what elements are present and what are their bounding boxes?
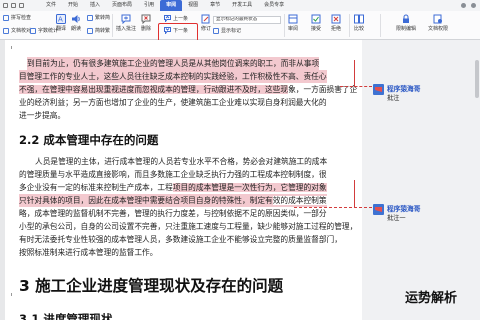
section-heading-3: 3 施工企业进度管理现状及存在的问题 (19, 277, 284, 295)
text-line: 进一步提高。 (19, 111, 66, 120)
doc-proofread-button[interactable]: 文档校对 (3, 27, 31, 34)
save-icon[interactable] (11, 3, 16, 8)
permission-icon (433, 14, 442, 24)
tab-sections[interactable]: 章节 (204, 0, 226, 11)
avatar-icon (373, 204, 384, 215)
share-icon[interactable] (461, 3, 466, 8)
insert-comment-button[interactable]: 插入批注 (116, 14, 136, 32)
text-line: 有时无法委托专业性较强的成本管理人员，多数建设施工企业不能够设立完整的质量监督部… (19, 235, 342, 244)
comment-author: 程序猿海哥 (387, 205, 421, 213)
tab-view[interactable]: 视图 (182, 0, 204, 11)
text-line: 到目前为止，仍有很多建筑施工企业的管理人员是从其他岗位调来的职工，而非从事项 (27, 57, 320, 70)
undo-icon[interactable] (19, 3, 24, 8)
spellcheck-icon (3, 14, 9, 21)
compare-icon (354, 14, 364, 24)
menu-icon[interactable] (3, 3, 8, 8)
accept-icon (311, 14, 321, 24)
review-pane-button[interactable]: 审阅 (288, 14, 298, 32)
section-heading-2-2: 2.2 成本管理中存在的问题 (19, 133, 159, 147)
comment-card[interactable]: 程序猿海哥 批注 (373, 80, 479, 106)
quick-access-toolbar (0, 3, 40, 8)
lock-icon (403, 14, 409, 23)
translate-button[interactable]: A 翻译 (56, 14, 66, 32)
tab-membership[interactable]: 会员专享 (258, 0, 290, 11)
reject-button[interactable]: 拒绝 (331, 14, 341, 32)
trad-to-simp-button[interactable]: 繁转简 (87, 14, 110, 21)
comment-text[interactable]: 批注 (387, 93, 399, 102)
menu-bar: 文件 开始 插入 页面布局 引用 审阅 视图 章节 开发工具 会员专享 (0, 0, 480, 11)
spellcheck-label: 拼写检查 (11, 15, 32, 21)
tab-page-layout[interactable]: 页面布局 (106, 0, 138, 11)
next-icon (164, 27, 171, 34)
word-count-label: 字数统计 (38, 28, 59, 34)
show-markup-icon (213, 27, 219, 34)
delete-comment-button[interactable]: 删除 (141, 14, 151, 32)
word-count-icon (30, 27, 36, 34)
read-aloud-button[interactable]: 朗读 (71, 14, 81, 32)
show-markup-button[interactable]: 显示标记 (213, 27, 241, 34)
next-comment-button[interactable]: 下一条 (164, 27, 188, 34)
comment-connector (340, 86, 372, 87)
markup-display-select[interactable]: 显示标记的最终状态 (213, 16, 281, 24)
text-line: 的管理质量与水平造成直接影响，而且多数施工企业缺乏执行力强的工程成本控制制度，很 (19, 170, 327, 179)
tab-review[interactable]: 审阅 (160, 0, 183, 11)
reject-icon (331, 14, 341, 24)
watermark-text: 运势解析 (405, 291, 458, 306)
window-actions (461, 3, 480, 8)
restrict-editing-button[interactable]: 限制编辑 (396, 14, 416, 32)
section-heading-3-1: 3.1 进度管理现状 (19, 312, 113, 320)
text-line: 按照标准制来进行成本管理的监督工作。 (19, 248, 158, 257)
simp-trad-icon (87, 27, 93, 34)
text-line: 小型的承包公司，自身的公司设置不完善，只注重施工速度与工程量，缺少能够对施工过程… (19, 222, 358, 231)
document-permission-button[interactable]: 文档权限 (428, 14, 448, 32)
text-line: 多企业没有一定的标准来控制生产成本，工程项目的成本管理是一次性行为，它管理的对象 (19, 183, 327, 192)
delete-comment-icon (141, 14, 151, 24)
review-ribbon: 拼写检查 文档校对 字数统计 A 翻译 朗读 繁转简 简转繁 插入批注 删除 上… (0, 11, 480, 51)
text-line: 人员是管理的主体，进行成本管理的人员若专业水平不合格，势必会对建筑施工的成本 (35, 157, 328, 166)
word-count-button[interactable]: 字数统计 (30, 27, 58, 34)
review-pane-icon (288, 14, 298, 24)
proofread-icon (3, 27, 9, 34)
comment-connector (354, 60, 355, 87)
speaker-icon (72, 15, 80, 23)
text-line: 只针对具体的项目，因此在成本管理中需要结合项目自身的特殊性，制定有效的成本控制策 (19, 194, 327, 207)
proofread-label: 文档校对 (11, 28, 32, 34)
previous-comment-button[interactable]: 上一条 (164, 15, 188, 22)
avatar-icon (373, 84, 384, 95)
text-line: 不强，在管理中容易出现重视进度而忽视成本的管理，行动跟进不及时，这些现象，一方面… (19, 85, 358, 94)
translate-icon: A (56, 14, 66, 24)
vertical-scrollbar[interactable] (475, 60, 479, 98)
previous-icon (164, 15, 171, 22)
document-page[interactable]: 到目前为止，仍有很多建筑施工企业的管理人员是从其他岗位调来的职工，而非从事项 目… (5, 40, 362, 320)
trad-simp-icon (87, 14, 93, 21)
text-line: 业的经济利益；另一方面也增加了企业的生产，使建筑施工企业难以实现自身利润最大化的 (19, 98, 327, 107)
text-line: 略，成本管理的监督机制不完善，管理的执行力度差，与控制依据不足的原因类似，一部分 (19, 209, 327, 218)
tab-references[interactable]: 引用 (138, 0, 160, 11)
comment-connector (354, 180, 355, 208)
tab-home[interactable]: 开始 (62, 0, 84, 11)
text-line: 目管理工作的专业人士，这些人员往往缺乏成本控制的实践经验，工作积极性不高、责任心 (19, 70, 327, 83)
tab-insert[interactable]: 插入 (84, 0, 106, 11)
comment-text[interactable]: 批注一 (387, 213, 406, 222)
svg-text:A: A (58, 16, 63, 24)
more-icon[interactable] (471, 3, 476, 8)
tab-file[interactable]: 文件 (40, 0, 62, 11)
tab-developer[interactable]: 开发工具 (226, 0, 258, 11)
simp-to-trad-button[interactable]: 简转繁 (87, 27, 110, 34)
spellcheck-button[interactable]: 拼写检查 (3, 14, 31, 21)
track-changes-button[interactable]: 修订 (201, 14, 211, 32)
comment-icon (121, 14, 131, 24)
compare-button[interactable]: 比较 (354, 14, 364, 32)
comment-connector (294, 207, 372, 208)
comment-card[interactable]: 程序猿海哥 批注一 (373, 200, 479, 226)
track-changes-icon (201, 14, 210, 24)
accept-button[interactable]: 接受 (311, 14, 321, 32)
comment-author: 程序猿海哥 (387, 85, 421, 93)
